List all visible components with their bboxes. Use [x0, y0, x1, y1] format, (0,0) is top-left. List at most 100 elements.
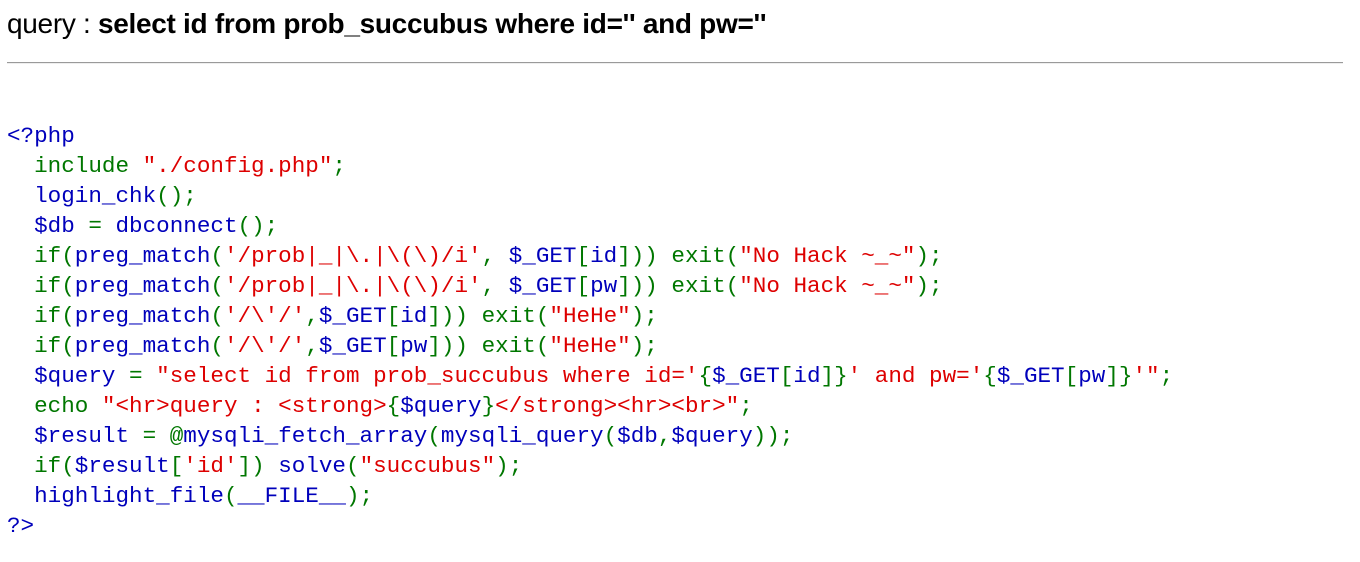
code-token: ); — [630, 333, 658, 359]
code-token: [ — [576, 243, 591, 269]
code-token: '/\'/' — [223, 303, 306, 329]
code-token: preg_match — [74, 303, 211, 329]
code-token: "HeHe" — [549, 333, 631, 359]
code-token: [ — [576, 273, 591, 299]
code-line: login_chk(); — [7, 181, 1173, 211]
code-line: if(preg_match('/prob|_|\.|\(\)/i', $_GET… — [7, 271, 1173, 301]
code-token: if( — [7, 333, 75, 359]
code-line: <?php — [7, 121, 1173, 151]
code-token: (); — [237, 213, 279, 239]
code-token: '/prob|_|\.|\(\)/i' — [223, 273, 482, 299]
query-label: query : — [7, 8, 98, 39]
code-line: include "./config.php"; — [7, 151, 1173, 181]
code-token: preg_match — [74, 333, 211, 359]
code-token: $db — [617, 423, 658, 449]
code-token: pw — [1078, 363, 1106, 389]
code-token: $query — [7, 363, 130, 389]
code-token: $_GET — [318, 303, 387, 329]
code-token: , — [481, 243, 509, 269]
code-token: pw — [590, 273, 618, 299]
query-text: select id from prob_succubus where id=''… — [97, 8, 767, 39]
code-token: [ — [1064, 363, 1079, 389]
code-token: ]} — [1105, 363, 1133, 389]
code-token: id — [590, 243, 618, 269]
code-token: ; — [1159, 363, 1174, 389]
code-token: if( — [7, 453, 75, 479]
code-token: id — [793, 363, 821, 389]
code-token: $_GET — [508, 273, 577, 299]
code-token: "<hr>query : <strong> — [101, 393, 387, 419]
query-display: query : select id from prob_succubus whe… — [7, 4, 767, 44]
code-token: <?php — [7, 123, 75, 149]
code-token: ( — [603, 423, 618, 449]
code-token: $_GET — [712, 363, 780, 389]
code-token: highlight_file — [7, 483, 224, 509]
code-token: login_chk — [7, 183, 157, 209]
code-token: "No Hack ~_~" — [739, 243, 916, 269]
code-token: , — [657, 423, 672, 449]
code-token: "./config.php" — [142, 153, 333, 179]
code-token: = — [88, 213, 116, 239]
code-line: if(preg_match('/\'/',$_GET[pw])) exit("H… — [7, 331, 1173, 361]
code-line: $result = @mysqli_fetch_array(mysqli_que… — [7, 421, 1173, 451]
horizontal-rule — [7, 62, 1343, 64]
code-token: [ — [386, 303, 401, 329]
code-token: $result — [7, 423, 143, 449]
code-token: solve — [278, 453, 346, 479]
code-token: '" — [1132, 363, 1160, 389]
code-token: = @ — [142, 423, 184, 449]
code-token: )); — [752, 423, 794, 449]
code-token: , — [305, 303, 319, 329]
code-token: = — [129, 363, 157, 389]
code-token: $_GET — [996, 363, 1065, 389]
code-token: </strong><hr><br>" — [495, 393, 740, 419]
code-token: include — [7, 153, 143, 179]
code-token: "No Hack ~_~" — [739, 273, 916, 299]
code-token: ]} — [820, 363, 848, 389]
code-token: ( — [223, 483, 238, 509]
code-token: , — [305, 333, 319, 359]
code-token: ); — [915, 273, 943, 299]
code-token: } — [481, 393, 496, 419]
code-token: mysqli_query — [440, 423, 604, 449]
code-token: echo — [7, 393, 102, 419]
code-token: preg_match — [74, 273, 211, 299]
code-token: if( — [7, 303, 75, 329]
code-line: if(preg_match('/prob|_|\.|\(\)/i', $_GET… — [7, 241, 1173, 271]
code-line: ?> — [7, 511, 1173, 541]
code-line: $db = dbconnect(); — [7, 211, 1173, 241]
code-token: $query — [400, 393, 482, 419]
code-token: ( — [210, 273, 224, 299]
code-token: pw — [400, 333, 428, 359]
code-token: ( — [346, 453, 360, 479]
code-token: ); — [630, 303, 658, 329]
code-line: echo "<hr>query : <strong>{$query}</stro… — [7, 391, 1173, 421]
code-line: if($result['id']) solve("succubus"); — [7, 451, 1173, 481]
code-token: { — [698, 363, 713, 389]
code-token: ; — [739, 393, 753, 419]
code-token: $db — [7, 213, 89, 239]
code-token: $_GET — [508, 243, 577, 269]
code-token: ; — [332, 153, 346, 179]
code-token: 'id' — [183, 453, 238, 479]
code-token: , — [481, 273, 509, 299]
code-token: id — [400, 303, 428, 329]
code-token: [ — [169, 453, 184, 479]
code-token: ?> — [7, 513, 35, 539]
code-token: ); — [345, 483, 374, 509]
page: query : select id from prob_succubus whe… — [0, 0, 1360, 562]
code-token: __FILE__ — [237, 483, 346, 509]
code-line: if(preg_match('/\'/',$_GET[id])) exit("H… — [7, 301, 1173, 331]
code-token: $result — [74, 453, 170, 479]
code-token: ); — [495, 453, 523, 479]
code-token: dbconnect — [115, 213, 238, 239]
code-token: (); — [156, 183, 197, 209]
code-token: if( — [7, 243, 75, 269]
code-line: highlight_file(__FILE__); — [7, 481, 1173, 511]
code-token: "select id from prob_succubus where id=' — [156, 363, 699, 389]
code-token: if( — [7, 273, 75, 299]
code-token: ])) exit( — [427, 303, 550, 329]
code-token: ( — [427, 423, 441, 449]
code-token: mysqli_fetch_array — [183, 423, 428, 449]
code-token: { — [386, 393, 401, 419]
